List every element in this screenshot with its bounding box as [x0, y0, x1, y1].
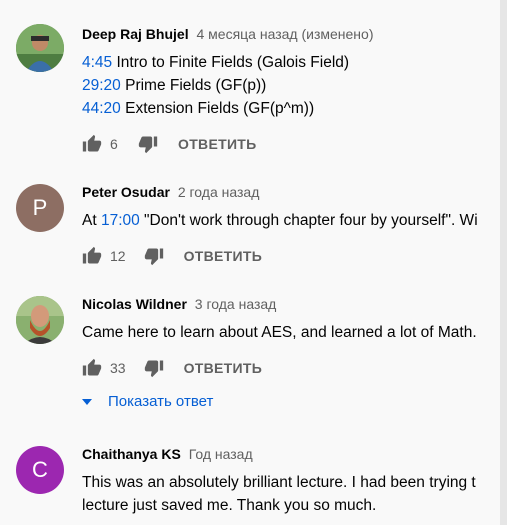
- avatar-photo-icon: [16, 24, 64, 72]
- comment-line-text: Prime Fields (GF(p)): [120, 77, 267, 94]
- thumb-down-icon[interactable]: [144, 358, 164, 378]
- comment-line: 44:20 Extension Fields (GF(p^m)): [82, 97, 349, 120]
- avatar[interactable]: P: [16, 184, 64, 232]
- comment-timestamp[interactable]: 4 месяца назад (изменено): [196, 26, 373, 42]
- timestamp-link[interactable]: 29:20: [82, 77, 121, 94]
- avatar[interactable]: [16, 296, 64, 344]
- thumb-up-icon[interactable]: [82, 358, 102, 378]
- thumb-down-icon[interactable]: [144, 246, 164, 266]
- avatar[interactable]: C: [16, 446, 64, 494]
- comment-line: 4:45 Intro to Finite Fields (Galois Fiel…: [82, 51, 349, 74]
- window-edge: [500, 0, 507, 525]
- author-name[interactable]: Nicolas Wildner: [82, 296, 187, 312]
- comment-timestamp[interactable]: Год назад: [189, 446, 253, 462]
- comment-timestamp[interactable]: 2 года назад: [178, 184, 260, 200]
- author-name[interactable]: Chaithanya KS: [82, 446, 181, 462]
- show-replies-button[interactable]: Показать ответ: [82, 393, 213, 410]
- thumb-up-icon[interactable]: [82, 246, 102, 266]
- reply-button[interactable]: ОТВЕТИТЬ: [184, 248, 263, 264]
- comment-header: Nicolas Wildner 3 года назад: [82, 296, 276, 312]
- comment-text: Came here to learn about AES, and learne…: [82, 321, 477, 344]
- comment-text: 4:45 Intro to Finite Fields (Galois Fiel…: [82, 51, 349, 120]
- thumb-down-icon[interactable]: [138, 134, 158, 154]
- timestamp-link[interactable]: 44:20: [82, 100, 121, 117]
- comment-line: 29:20 Prime Fields (GF(p)): [82, 74, 349, 97]
- comment-line: At 17:00 "Don't work through chapter fou…: [82, 209, 478, 232]
- author-name[interactable]: Deep Raj Bhujel: [82, 26, 189, 42]
- triangle-down-icon: [82, 398, 92, 405]
- show-replies-label: Показать ответ: [108, 393, 214, 410]
- comment-line-text: Extension Fields (GF(p^m)): [120, 100, 315, 117]
- timestamp-link[interactable]: 4:45: [82, 54, 112, 71]
- comment-header: Deep Raj Bhujel 4 месяца назад (изменено…: [82, 26, 373, 42]
- comment-header: Peter Osudar 2 года назад: [82, 184, 259, 200]
- avatar-letter: C: [32, 457, 48, 482]
- comment-line: This was an absolutely brilliant lecture…: [82, 474, 476, 491]
- reply-button[interactable]: ОТВЕТИТЬ: [178, 136, 257, 152]
- comment-actions: 6 ОТВЕТИТЬ: [82, 132, 257, 156]
- avatar-photo-icon: [16, 296, 64, 344]
- like-count: 33: [110, 360, 126, 376]
- comment-timestamp[interactable]: 3 года назад: [195, 296, 277, 312]
- timestamp-link[interactable]: 17:00: [101, 212, 140, 229]
- avatar[interactable]: [16, 24, 64, 72]
- avatar-letter: P: [32, 195, 48, 220]
- comment-header: Chaithanya KS Год назад: [82, 446, 253, 462]
- comment-actions: 12 ОТВЕТИТЬ: [82, 244, 262, 268]
- comment-line: lecture just saved me. Thank you so much…: [82, 497, 377, 514]
- reply-button[interactable]: ОТВЕТИТЬ: [184, 360, 263, 376]
- comment-text: This was an absolutely brilliant lecture…: [82, 471, 476, 517]
- like-count: 6: [110, 136, 118, 152]
- thumb-up-icon[interactable]: [82, 134, 102, 154]
- comment-line: Came here to learn about AES, and learne…: [82, 324, 477, 341]
- comment-actions: 33 ОТВЕТИТЬ: [82, 356, 262, 380]
- comment-text: At 17:00 "Don't work through chapter fou…: [82, 209, 478, 232]
- like-count: 12: [110, 248, 126, 264]
- comment-line-text: Intro to Finite Fields (Galois Field): [112, 54, 350, 71]
- comment-line-text: "Don't work through chapter four by your…: [139, 212, 478, 229]
- author-name[interactable]: Peter Osudar: [82, 184, 170, 200]
- comment-line-text: At: [82, 212, 101, 229]
